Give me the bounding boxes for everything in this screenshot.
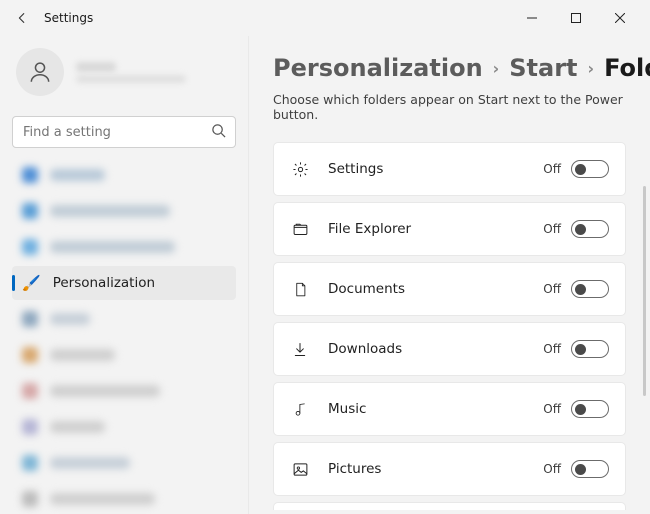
toggle-state: Off bbox=[543, 222, 561, 236]
toggle-settings[interactable] bbox=[571, 160, 609, 178]
music-icon bbox=[290, 401, 310, 418]
person-icon bbox=[27, 59, 53, 85]
card-label: File Explorer bbox=[328, 221, 411, 237]
folder-icon bbox=[290, 221, 310, 238]
gear-icon bbox=[290, 161, 310, 178]
sidebar-item[interactable] bbox=[12, 410, 236, 444]
breadcrumb: Personalization › Start › Folders bbox=[273, 54, 626, 82]
scrollbar-thumb[interactable] bbox=[643, 186, 646, 396]
breadcrumb-current: Folders bbox=[604, 54, 650, 82]
main-content: Personalization › Start › Folders Choose… bbox=[248, 36, 650, 514]
card-settings: Settings Off bbox=[273, 142, 626, 196]
toggle-state: Off bbox=[543, 402, 561, 416]
sidebar-item[interactable] bbox=[12, 446, 236, 480]
card-downloads: Downloads Off bbox=[273, 322, 626, 376]
breadcrumb-level-2[interactable]: Start bbox=[509, 54, 577, 82]
card-partial bbox=[273, 502, 626, 510]
nav-list: 🖌️ Personalization bbox=[12, 158, 236, 514]
sidebar-item[interactable] bbox=[12, 482, 236, 514]
sidebar-item-label: Personalization bbox=[53, 275, 155, 291]
breadcrumb-level-1[interactable]: Personalization bbox=[273, 54, 483, 82]
card-documents: Documents Off bbox=[273, 262, 626, 316]
card-label: Music bbox=[328, 401, 366, 417]
folder-toggle-list: Settings Off File Explorer Off Documents… bbox=[273, 142, 626, 514]
toggle-state: Off bbox=[543, 342, 561, 356]
minimize-icon bbox=[527, 13, 537, 23]
download-icon bbox=[290, 341, 310, 358]
sidebar: 🖌️ Personalization bbox=[0, 36, 248, 514]
card-label: Documents bbox=[328, 281, 405, 297]
profile-info bbox=[76, 62, 186, 83]
card-label: Pictures bbox=[328, 461, 381, 477]
toggle-state: Off bbox=[543, 462, 561, 476]
brush-icon: 🖌️ bbox=[22, 274, 41, 292]
toggle-state: Off bbox=[543, 282, 561, 296]
chevron-right-icon: › bbox=[588, 59, 595, 78]
close-button[interactable] bbox=[598, 3, 642, 33]
picture-icon bbox=[290, 461, 310, 478]
card-pictures: Pictures Off bbox=[273, 442, 626, 496]
arrow-left-icon bbox=[15, 11, 29, 25]
sidebar-item[interactable] bbox=[12, 338, 236, 372]
maximize-icon bbox=[571, 13, 581, 23]
document-icon bbox=[290, 281, 310, 298]
sidebar-item-personalization[interactable]: 🖌️ Personalization bbox=[12, 266, 236, 300]
close-icon bbox=[615, 13, 625, 23]
sidebar-item[interactable] bbox=[12, 374, 236, 408]
minimize-button[interactable] bbox=[510, 3, 554, 33]
maximize-button[interactable] bbox=[554, 3, 598, 33]
sidebar-item[interactable] bbox=[12, 194, 236, 228]
card-label: Downloads bbox=[328, 341, 402, 357]
chevron-right-icon: › bbox=[493, 59, 500, 78]
sidebar-item[interactable] bbox=[12, 158, 236, 192]
avatar bbox=[16, 48, 64, 96]
sidebar-item[interactable] bbox=[12, 230, 236, 264]
card-file-explorer: File Explorer Off bbox=[273, 202, 626, 256]
search-input[interactable] bbox=[12, 116, 236, 148]
toggle-state: Off bbox=[543, 162, 561, 176]
card-label: Settings bbox=[328, 161, 383, 177]
profile-section[interactable] bbox=[12, 44, 236, 110]
card-music: Music Off bbox=[273, 382, 626, 436]
window-controls bbox=[510, 3, 642, 33]
toggle-documents[interactable] bbox=[571, 280, 609, 298]
toggle-downloads[interactable] bbox=[571, 340, 609, 358]
window-title: Settings bbox=[44, 11, 93, 25]
titlebar: Settings bbox=[0, 0, 650, 36]
toggle-pictures[interactable] bbox=[571, 460, 609, 478]
toggle-music[interactable] bbox=[571, 400, 609, 418]
back-button[interactable] bbox=[8, 4, 36, 32]
page-subtitle: Choose which folders appear on Start nex… bbox=[273, 92, 626, 122]
sidebar-item[interactable] bbox=[12, 302, 236, 336]
toggle-file-explorer[interactable] bbox=[571, 220, 609, 238]
search-wrap bbox=[12, 116, 236, 148]
search-icon bbox=[211, 123, 226, 138]
